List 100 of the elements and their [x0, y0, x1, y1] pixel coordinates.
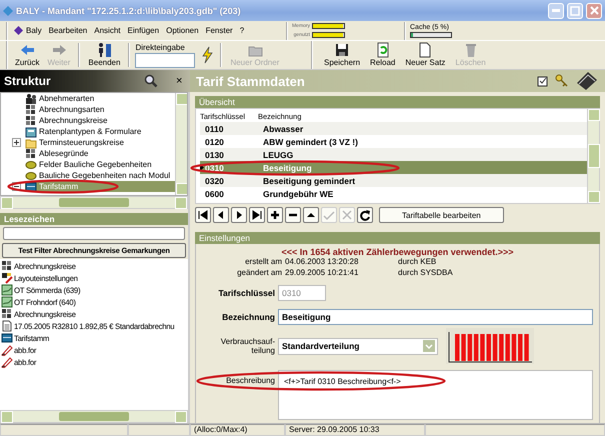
new-record-button[interactable]: Neuer Satz	[402, 41, 448, 69]
close-icon	[590, 6, 598, 15]
description-field[interactable]: <f+>Tarif 0310 Beschreibung<f->	[278, 370, 593, 420]
tree-item[interactable]: Terminsteuerungskreise	[25, 137, 175, 148]
table-row[interactable]: 0120 ABW gemindert (3 VZ !)	[200, 135, 587, 148]
table-row[interactable]: 0130 LEUGG	[200, 148, 587, 161]
audit-label: geändert am	[236, 268, 282, 279]
refresh-icon	[358, 208, 372, 222]
minimize-icon	[552, 9, 560, 12]
leaf-icon	[25, 158, 37, 170]
menu-item[interactable]: Fenster	[206, 25, 233, 36]
table-row[interactable]: 0600 Grundgebühr WE	[200, 187, 587, 200]
audit-label: erstellt am	[244, 257, 282, 268]
menu-item[interactable]: Optionen	[166, 25, 199, 36]
menu-item[interactable]: Ansicht	[94, 25, 120, 36]
tree-item[interactable]: Ratenplantypen & Formulare	[25, 126, 175, 137]
table-icon	[1, 332, 13, 344]
settings-header: Einstellungen	[195, 232, 600, 244]
direct-input-label: Direkteingabe	[135, 42, 186, 52]
cross-icon	[340, 208, 354, 222]
edit-tariff-table-button[interactable]: Tariftabelle bearbeiten	[379, 207, 504, 223]
status-text: Server: 29.09.2005 10:33	[285, 424, 425, 436]
horizontal-scrollbar[interactable]	[0, 196, 188, 209]
left-arrow-icon	[19, 42, 36, 58]
menu-item[interactable]: Einfügen	[128, 25, 160, 36]
table-icon	[25, 180, 37, 192]
menu-item[interactable]: ?	[240, 25, 244, 36]
grid-icon	[25, 148, 37, 160]
window-title: BALY - Mandant "172.25.1.2:d:\lib\baly203.gdb" (203)	[16, 6, 242, 16]
layout-icon	[1, 272, 13, 284]
audit-user: durch KEB	[398, 257, 438, 268]
memory-meter	[312, 32, 346, 38]
right-arrow-icon	[50, 42, 67, 58]
move-up-button[interactable]	[303, 207, 319, 223]
tree-item[interactable]: Abrechnungsarten	[25, 104, 175, 115]
remove-record-button[interactable]	[285, 207, 301, 223]
name-field[interactable]: Beseitigung	[278, 309, 593, 325]
grid-icon	[25, 114, 37, 126]
reload-button[interactable]: Reload	[367, 41, 398, 69]
table-row[interactable]: 0110 Abwasser	[200, 122, 587, 135]
audit-user: durch SYSDBA	[398, 268, 454, 279]
table-row[interactable]: 0320 Beseitigung gemindert	[200, 174, 587, 187]
map-icon	[1, 284, 13, 296]
first-record-button[interactable]	[195, 207, 211, 223]
skip-to-start-icon	[196, 208, 210, 222]
structure-title: Struktur	[4, 74, 52, 88]
calculator-icon	[25, 126, 37, 138]
book-icon[interactable]	[575, 71, 599, 91]
leaf-icon	[25, 170, 37, 182]
add-record-button[interactable]	[267, 207, 283, 223]
vertical-scrollbar[interactable]	[175, 93, 187, 195]
back-button[interactable]: Zurück	[12, 41, 42, 69]
field-label: Bezeichnung	[222, 312, 275, 322]
tree-item[interactable]: Felder Bauliche Gegebenheiten	[25, 159, 175, 170]
vertical-scrollbar[interactable]	[587, 109, 599, 203]
cache-meter	[410, 32, 452, 38]
grid-icon	[1, 308, 13, 320]
memory-meter	[312, 22, 346, 29]
grid-icon	[1, 260, 13, 272]
bookmark-search-field[interactable]	[3, 227, 185, 240]
usage-notice: <<< In 1654 aktiven Zählerbewegungen verwendet.>>>	[280, 247, 515, 257]
people-icon	[25, 93, 37, 104]
menu-item[interactable]: Bearbeiten	[48, 25, 88, 36]
field-label: Beschreibung	[226, 375, 275, 385]
maximize-icon	[570, 6, 580, 16]
tree-item[interactable]: Abrechnungskreise	[25, 115, 175, 126]
audit-timestamp: 29.09.2005 10:21:41	[285, 268, 360, 279]
refresh-button[interactable]	[357, 207, 373, 223]
tree-item[interactable]: Bauliche Gegebenheiten nach Modul	[25, 170, 175, 181]
menu-item[interactable]: Baly	[14, 25, 42, 36]
exit-button[interactable]: Beenden	[85, 41, 124, 69]
folder-icon	[25, 136, 37, 148]
direct-input-field[interactable]	[135, 52, 196, 68]
tree-item[interactable]: Ablesegründe	[25, 148, 175, 159]
grid-icon	[25, 104, 37, 116]
map-icon	[1, 296, 13, 308]
save-button[interactable]: Speichern	[321, 41, 364, 69]
key-icon[interactable]	[555, 74, 569, 88]
last-record-button[interactable]	[249, 207, 265, 223]
expand-icon[interactable]	[12, 138, 21, 147]
skip-to-end-icon	[250, 208, 264, 222]
checklist-icon[interactable]	[537, 75, 549, 87]
diamond-icon	[14, 26, 23, 35]
row-pointer-icon	[200, 164, 204, 171]
audit-timestamp: 04.06.2003 13:20:28	[285, 257, 360, 268]
plus-icon	[268, 208, 282, 222]
detail-title: Tarif Stammdaten	[196, 74, 306, 88]
bookmarks-header: Lesezeichen	[0, 213, 188, 225]
field-label: Verbrauchsauf-teilung	[220, 337, 275, 355]
overview-header: Übersicht	[195, 96, 600, 108]
app-diamond-icon	[3, 6, 13, 16]
horizontal-scrollbar[interactable]	[0, 410, 188, 423]
search-icon[interactable]	[144, 74, 158, 88]
close-button[interactable]: ×	[176, 75, 186, 87]
field-label: Tarifschlüssel	[218, 288, 275, 298]
previous-record-button[interactable]	[213, 207, 229, 223]
next-record-button[interactable]	[231, 207, 247, 223]
distribution-dropdown[interactable]: Standardverteilung	[278, 338, 438, 354]
exit-icon	[96, 42, 112, 58]
tree-item[interactable]: Abnehmerarten	[25, 93, 175, 104]
